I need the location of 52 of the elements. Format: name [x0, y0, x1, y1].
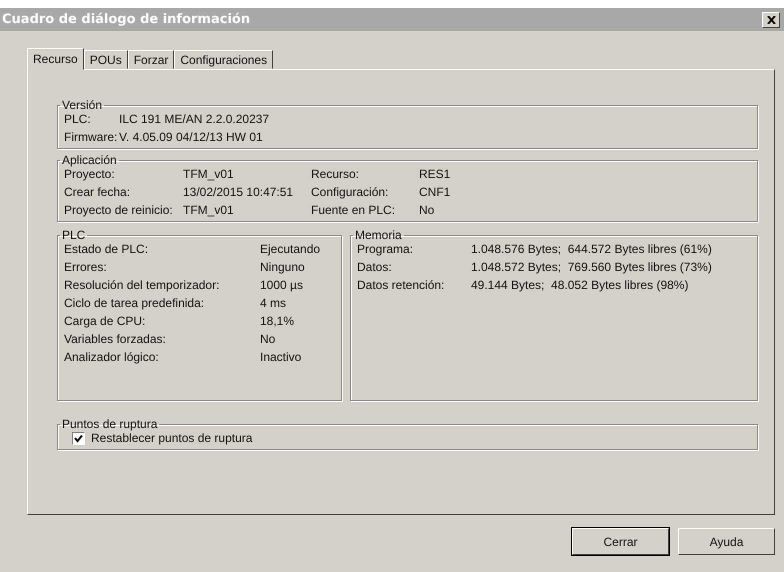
field-value: 13/02/2015 10:47:51	[183, 185, 294, 199]
field-value: 4 ms	[260, 296, 288, 310]
field-label: Programa:	[357, 242, 414, 256]
field-value: Inactivo	[260, 350, 302, 364]
field-value: No	[260, 332, 276, 346]
field-value: 1.048.572 Bytes; 769.560 Bytes libres (73%)	[471, 260, 713, 274]
field-label: Recurso:	[311, 167, 360, 181]
tab[interactable]: POUs	[84, 50, 128, 69]
close-button[interactable]	[762, 12, 780, 28]
tab[interactable]: Recurso	[27, 48, 84, 70]
field-label: Configuración:	[311, 185, 390, 199]
field-value: Ejecutando	[260, 242, 322, 256]
field-label: Carga de CPU:	[64, 314, 146, 328]
window-title: Cuadro de diálogo de información	[2, 12, 250, 27]
group-title: Puntos de ruptura	[61, 417, 158, 431]
dialog-button[interactable]: Cerrar	[572, 528, 669, 555]
field-label: Datos retención:	[357, 278, 446, 292]
field-label: Firmware:	[64, 130, 118, 144]
tab[interactable]: Forzar	[128, 50, 174, 69]
field-value: 49.144 Bytes; 48.052 Bytes libres (98%)	[471, 278, 690, 292]
field-value: Ninguno	[260, 260, 306, 274]
field-label: Analizador lógico:	[64, 350, 160, 364]
group-title: Aplicación	[61, 153, 118, 167]
dialog-button[interactable]: Ayuda	[678, 528, 775, 555]
field-value: 1000 µs	[260, 278, 304, 292]
field-value: V. 4.05.09 04/12/13 HW 01	[119, 130, 264, 144]
field-label: Estado de PLC:	[64, 242, 150, 256]
field-value: TFM_v01	[183, 203, 235, 217]
field-value: 1.048.576 Bytes; 644.572 Bytes libres (61%)	[471, 242, 713, 256]
field-label: Proyecto:	[64, 167, 116, 181]
checkbox-label[interactable]: Restablecer puntos de ruptura	[91, 431, 252, 445]
field-value: No	[419, 203, 436, 217]
field-value: ILC 191 ME/AN 2.2.0.20237	[119, 112, 270, 126]
field-label: PLC:	[64, 112, 92, 126]
checkbox[interactable]	[72, 432, 85, 444]
group-title: Memoria	[354, 228, 403, 242]
field-label: Crear fecha:	[64, 185, 132, 199]
group-title: PLC	[61, 228, 86, 242]
group-title: Versión	[61, 98, 104, 112]
field-label: Errores:	[64, 260, 108, 274]
field-label: Datos:	[357, 260, 393, 274]
field-label: Proyecto de reinicio:	[64, 203, 174, 217]
field-value: CNF1	[419, 185, 452, 199]
field-value: 18,1%	[260, 314, 296, 328]
field-label: Resolución del temporizador:	[64, 278, 220, 292]
field-label: Variables forzadas:	[64, 332, 167, 346]
field-label: Ciclo de tarea predefinida:	[64, 296, 206, 310]
field-value: RES1	[419, 167, 452, 181]
field-value: TFM_v01	[183, 167, 235, 181]
field-label: Fuente en PLC:	[311, 203, 396, 217]
close-icon	[766, 16, 776, 24]
tab[interactable]: Configuraciones	[174, 50, 274, 69]
